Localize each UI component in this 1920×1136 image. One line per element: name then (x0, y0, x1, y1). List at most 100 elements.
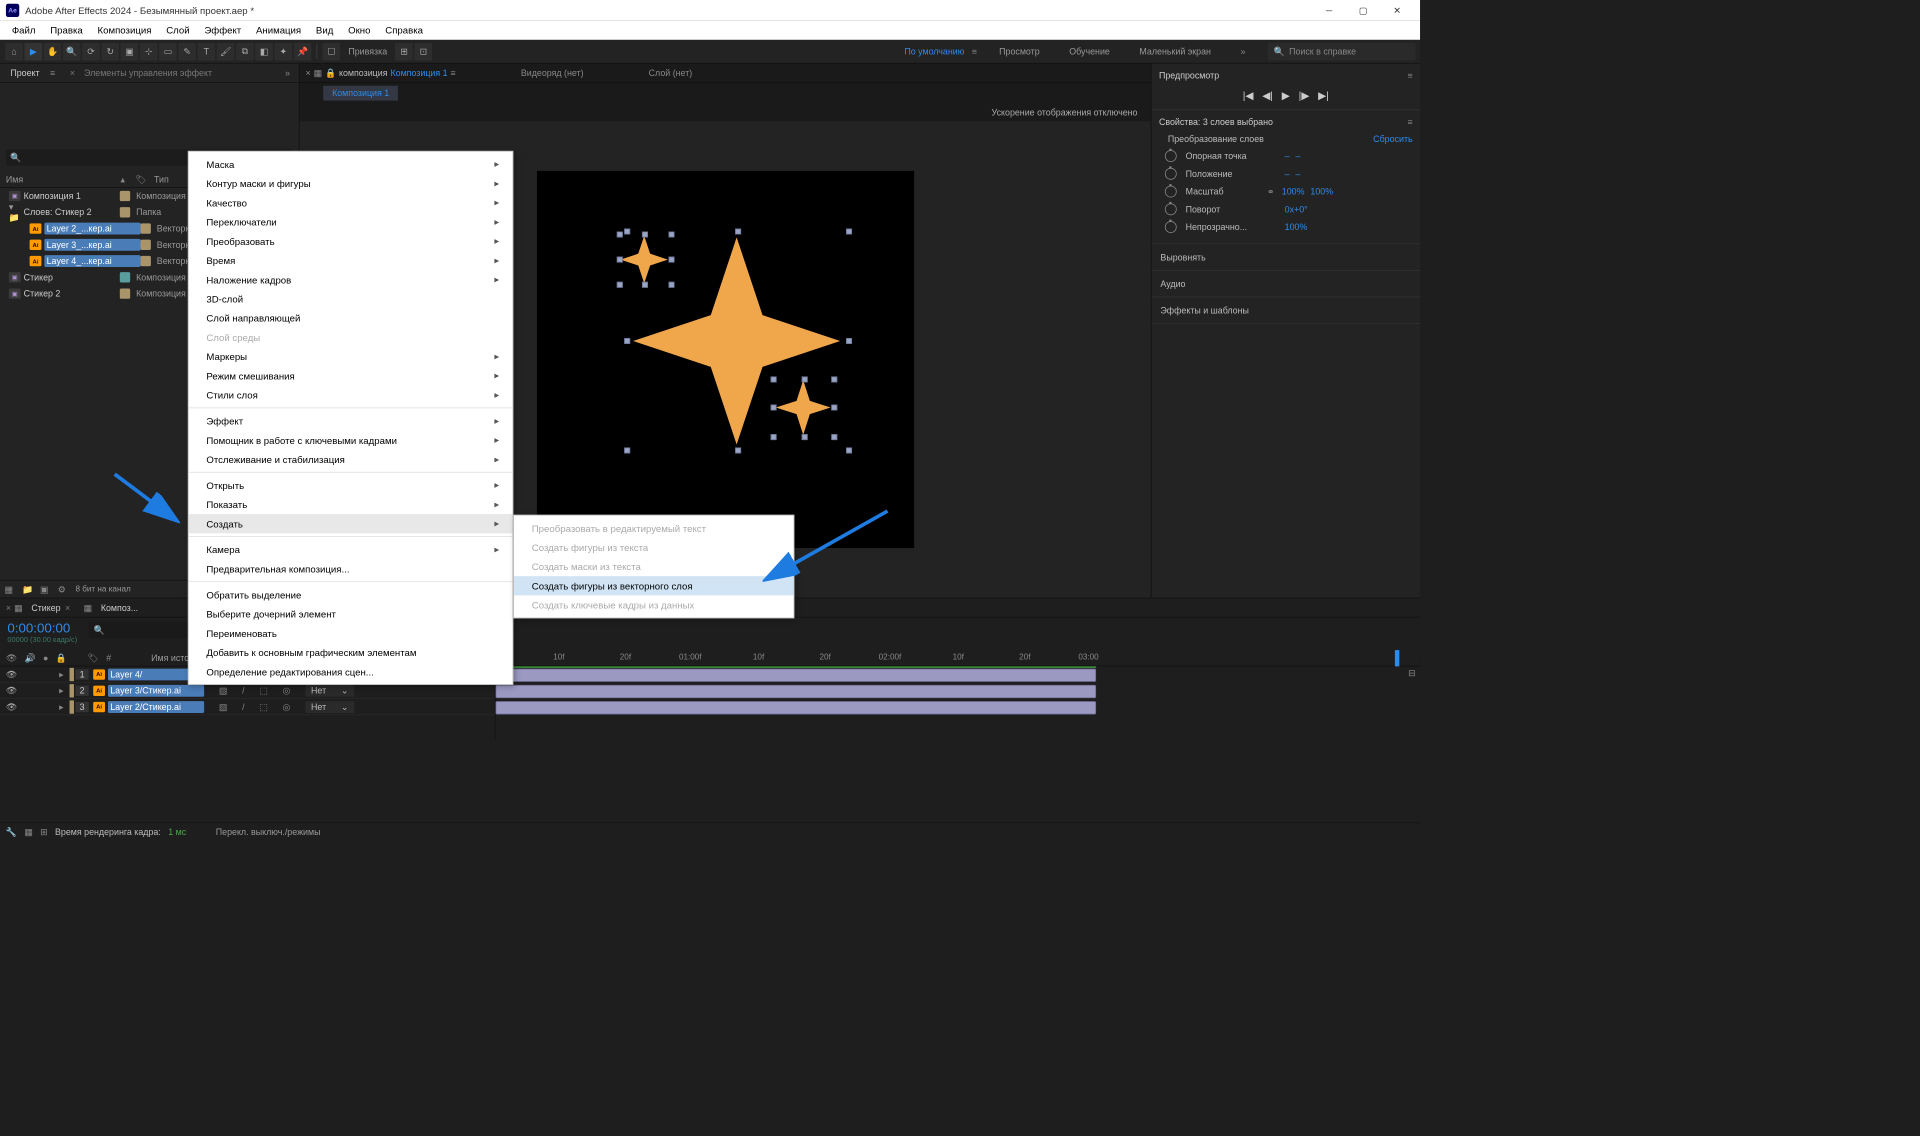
menu-effect[interactable]: Эффект (197, 24, 249, 35)
marker-icon[interactable]: ⊟ (1408, 668, 1415, 678)
stopwatch-icon[interactable] (1165, 150, 1177, 162)
snap-opt1[interactable]: ⊞ (395, 43, 413, 61)
menu-item[interactable]: Стили слоя▸ (189, 385, 513, 404)
tab-project[interactable]: Проект (4, 68, 45, 78)
more-tabs[interactable]: » (285, 68, 290, 78)
menu-item[interactable]: Контур маски и фигуры▸ (189, 174, 513, 193)
menu-item[interactable]: Преобразовать▸ (189, 231, 513, 250)
workspace-small[interactable]: Маленький экран (1132, 46, 1218, 56)
menu-layer[interactable]: Слой (159, 24, 197, 35)
menu-item[interactable]: Камера▸ (189, 540, 513, 559)
menu-window[interactable]: Окно (341, 24, 378, 35)
home-icon[interactable]: ⌂ (5, 43, 23, 61)
eye-col[interactable]: 👁 (6, 653, 17, 663)
menu-item[interactable]: Переименовать (189, 623, 513, 642)
property-value[interactable]: 0x+0° (1285, 204, 1308, 214)
menu-item[interactable]: Переключатели▸ (189, 212, 513, 231)
stopwatch-icon[interactable] (1165, 221, 1177, 233)
menu-item[interactable]: Качество▸ (189, 193, 513, 212)
stopwatch-icon[interactable] (1165, 203, 1177, 215)
orbit-tool[interactable]: ⟳ (82, 43, 100, 61)
zoom-tool[interactable]: 🔍 (63, 43, 81, 61)
stopwatch-icon[interactable] (1165, 168, 1177, 180)
panel-menu-icon[interactable]: ≡ (1407, 70, 1412, 80)
minimize-button[interactable]: ─ (1312, 0, 1346, 21)
layer-bar-1[interactable] (496, 669, 1097, 682)
workspace-learn[interactable]: Обучение (1062, 46, 1117, 56)
workspace-preview[interactable]: Просмотр (992, 46, 1047, 56)
property-value[interactable]: – (1296, 169, 1301, 179)
solo-col[interactable]: ● (43, 653, 48, 663)
puppet-tool[interactable]: 📌 (294, 43, 312, 61)
switch[interactable]: / (242, 685, 244, 695)
shape-tool[interactable]: ▭ (159, 43, 177, 61)
prev-frame-button[interactable]: ◀| (1262, 89, 1273, 102)
parent-pick[interactable]: ◎ (283, 702, 291, 712)
menu-item[interactable]: Создать▸ (189, 514, 513, 533)
parent-dropdown[interactable]: Нет⌄ (305, 684, 354, 696)
menu-item[interactable]: Маркеры▸ (189, 347, 513, 366)
timeline-layer-row[interactable]: 👁▸2AiLayer 3/Стикер.ai▨/⬚◎Нет⌄ (0, 683, 495, 699)
switch[interactable]: / (242, 702, 244, 712)
switch[interactable]: ▨ (219, 685, 227, 695)
roto-tool[interactable]: ✦ (274, 43, 292, 61)
menu-item[interactable]: Открыть▸ (189, 476, 513, 495)
menu-item[interactable]: Наложение кадров▸ (189, 270, 513, 289)
snap-toggle[interactable]: ☐ (322, 43, 340, 61)
new-folder-icon[interactable]: 📁 (22, 584, 35, 594)
num-col[interactable]: # (106, 653, 111, 663)
eraser-tool[interactable]: ◧ (255, 43, 273, 61)
menu-composition[interactable]: Композиция (90, 24, 159, 35)
next-frame-button[interactable]: |▶ (1299, 89, 1310, 102)
tag-col-icon[interactable]: 🏷 (135, 174, 146, 184)
footage-tab[interactable]: Видеоряд (нет) (521, 68, 584, 78)
panel-menu-icon[interactable]: ≡ (50, 68, 55, 78)
switch[interactable]: ⬚ (259, 702, 267, 712)
visibility-toggle[interactable]: 👁 (6, 702, 18, 712)
footer-icon[interactable]: 🔧 (6, 827, 17, 837)
timeline-tab-1[interactable]: Стикер× (25, 602, 76, 612)
brush-tool[interactable]: 🖌 (217, 43, 235, 61)
lock-icon[interactable]: 🔒 (325, 68, 336, 78)
panel-menu-icon[interactable]: ≡ (1407, 117, 1412, 127)
maximize-button[interactable]: ▢ (1346, 0, 1380, 21)
tab-effect-controls[interactable]: Элементы управления эффект (78, 68, 218, 78)
switch[interactable]: ⬚ (259, 685, 267, 695)
property-value[interactable]: 100% (1282, 186, 1305, 196)
settings-icon[interactable]: ⚙ (58, 584, 71, 594)
layer-tab[interactable]: Слой (нет) (649, 68, 693, 78)
menu-item[interactable]: Время▸ (189, 251, 513, 270)
comp-nav-icon[interactable]: ▦ (314, 68, 322, 78)
text-tool[interactable]: T (197, 43, 215, 61)
menu-item[interactable]: Показать▸ (189, 495, 513, 514)
layer-context-menu[interactable]: Маска▸Контур маски и фигуры▸Качество▸Пер… (188, 151, 513, 685)
reset-link[interactable]: Сбросить (1373, 134, 1412, 144)
selection-tool[interactable]: ▶ (24, 43, 42, 61)
last-frame-button[interactable]: ▶| (1318, 89, 1329, 102)
visibility-toggle[interactable]: 👁 (6, 669, 18, 679)
submenu-item[interactable]: Создать фигуры из векторного слоя (514, 576, 794, 595)
stamp-tool[interactable]: ⧉ (236, 43, 254, 61)
tab-close-icon[interactable]: × (6, 602, 11, 612)
menu-item[interactable]: Определение редактирования сцен... (189, 662, 513, 681)
bpc-label[interactable]: 8 бит на канал (75, 585, 130, 594)
property-value[interactable]: – (1296, 151, 1301, 161)
menu-item[interactable]: Маска▸ (189, 155, 513, 174)
menu-view[interactable]: Вид (309, 24, 341, 35)
property-value[interactable]: 100% (1310, 186, 1333, 196)
property-value[interactable]: 100% (1285, 222, 1308, 232)
layer-bar-3[interactable] (496, 701, 1097, 714)
menu-item[interactable]: Эффект▸ (189, 411, 513, 430)
effect-controls-close[interactable]: × (70, 68, 75, 78)
new-comp-icon[interactable]: ▣ (40, 584, 53, 594)
sort-icon[interactable]: ▴ (121, 174, 136, 184)
menu-help[interactable]: Справка (378, 24, 431, 35)
tag-col[interactable]: 🏷 (88, 653, 99, 663)
interpret-icon[interactable]: ▦ (4, 584, 17, 594)
toggle-switches[interactable]: Перекл. выключ./режимы (216, 827, 321, 837)
camera-tool[interactable]: ▣ (121, 43, 139, 61)
rotate-tool[interactable]: ↻ (101, 43, 119, 61)
col-type[interactable]: Тип (154, 174, 169, 184)
menu-file[interactable]: Файл (4, 24, 42, 35)
help-search[interactable]: 🔍 Поиск в справке (1268, 43, 1416, 61)
